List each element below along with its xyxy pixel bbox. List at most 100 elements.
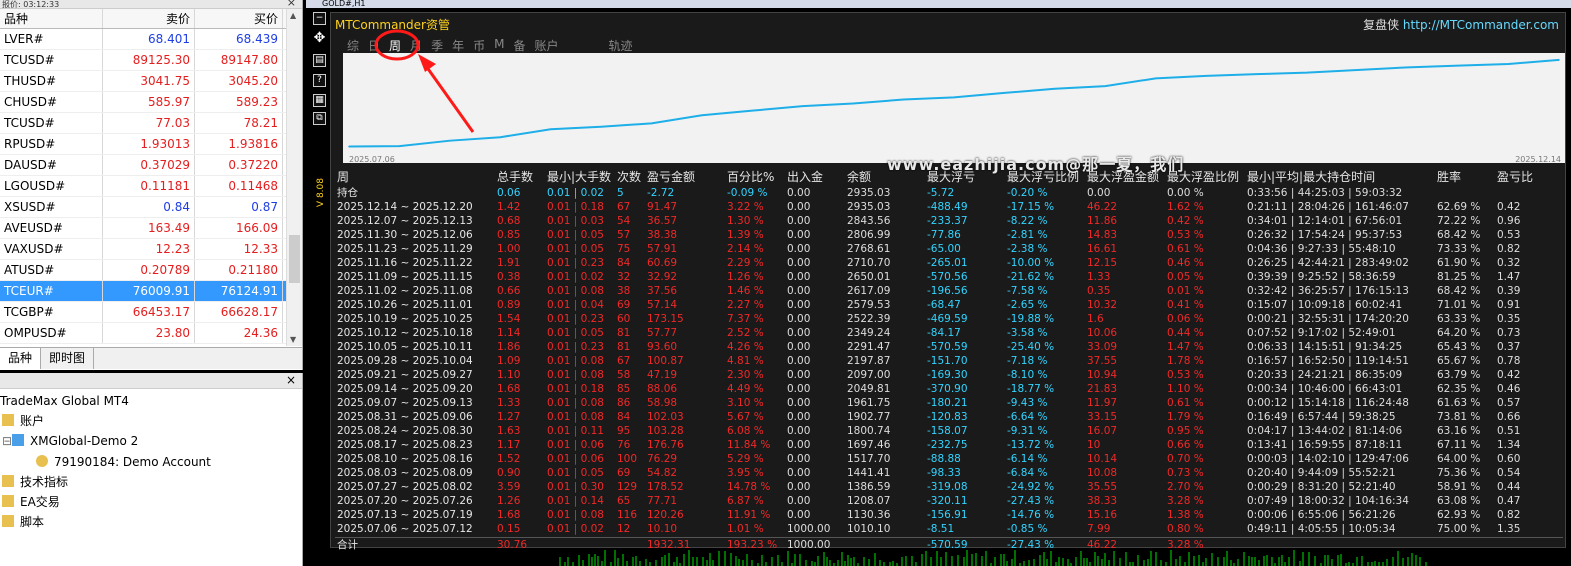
tab-year[interactable]: 年 xyxy=(452,37,464,53)
cell: -158.07 xyxy=(927,425,968,437)
market-watch-row[interactable]: TCUSD# 89125.30 89147.80 xyxy=(0,50,302,71)
market-watch-row[interactable]: TCGBP# 66453.17 66628.17 xyxy=(0,302,302,323)
nav-account[interactable]: 79190184: Demo Account xyxy=(36,453,211,471)
nav-scripts-label: 脚本 xyxy=(20,515,45,529)
market-watch-tabs: 品种 即时图 xyxy=(0,347,302,369)
scroll-up-icon[interactable]: ▲ xyxy=(290,11,296,20)
col-ask[interactable]: 买价 xyxy=(195,9,283,28)
tab-day[interactable]: 日 xyxy=(368,37,380,53)
cell: 1.54 xyxy=(497,313,521,325)
cell: -196.56 xyxy=(927,285,968,297)
market-watch-row[interactable]: TCUSD# 77.03 78.21 xyxy=(0,113,302,134)
copy-icon[interactable]: ⧉ xyxy=(313,112,326,125)
scroll-down-icon[interactable]: ▼ xyxy=(290,335,296,344)
tab-month[interactable]: 月 xyxy=(410,37,422,53)
help-icon[interactable]: ? xyxy=(313,74,326,87)
market-watch-row[interactable]: LVER# 68.401 68.439 xyxy=(0,29,302,50)
nav-experts[interactable]: EA交易 xyxy=(2,493,60,511)
cell: 0.70 % xyxy=(1167,453,1204,465)
equity-point xyxy=(549,128,552,131)
ask-cell: 0.37220 xyxy=(195,155,283,175)
market-watch-row[interactable]: RPUSD# 1.93013 1.93816 xyxy=(0,134,302,155)
minimize-icon[interactable]: − xyxy=(313,12,326,25)
cell: 0.00 xyxy=(787,215,811,227)
col-bid[interactable]: 卖价 xyxy=(103,9,195,28)
cell: -2.81 % xyxy=(1007,229,1048,241)
cell: 14.83 xyxy=(1087,229,1118,241)
cell: 0.15 xyxy=(497,523,521,535)
table-row: 2025.08.31 ~ 2025.09.06 1.27 0.01 | 0.08 84… xyxy=(335,410,1563,424)
cell: 37.56 xyxy=(647,285,678,297)
market-watch-row[interactable]: TCEUR# 76009.91 76124.91 xyxy=(0,281,302,302)
nav-scripts[interactable]: 脚本 xyxy=(2,513,44,531)
cell: 2025.09.21 ~ 2025.09.27 xyxy=(337,369,473,381)
tree-collapse-icon[interactable]: ⊟ xyxy=(2,432,12,450)
chart-end-date: 2025.12.14 xyxy=(1515,155,1561,164)
cell: 盈亏金额 xyxy=(647,170,696,184)
document-icon[interactable]: ▤ xyxy=(313,54,326,67)
tab-trajectory[interactable]: 轨迹 xyxy=(609,37,633,53)
cell: 129 xyxy=(617,481,638,493)
cell: 2349.24 xyxy=(847,327,891,339)
cell: 1.78 % xyxy=(1167,355,1204,367)
market-watch-row[interactable]: CHUSD# 585.97 589.23 xyxy=(0,92,302,113)
tab-symbols[interactable]: 品种 xyxy=(0,348,42,369)
nav-broker[interactable]: TradeMax Global MT4 xyxy=(0,392,129,410)
cell: 0.06 xyxy=(497,187,521,199)
table-row: 2025.12.14 ~ 2025.12.20 1.42 0.01 | 0.18 67… xyxy=(335,200,1563,214)
close-icon[interactable]: × xyxy=(287,0,296,8)
market-watch-row[interactable]: THUSD# 3041.75 3045.20 xyxy=(0,71,302,92)
cell: -0.20 % xyxy=(1007,187,1048,199)
cell: 0.37 xyxy=(1497,341,1521,353)
cell: 0.91 xyxy=(1497,299,1521,311)
tab-currency[interactable]: 币 xyxy=(473,37,485,53)
ask-cell: 12.33 xyxy=(195,239,283,259)
tab-m[interactable]: M xyxy=(494,37,504,53)
market-watch-row[interactable]: VAXUSD# 12.23 12.33 xyxy=(0,239,302,260)
market-watch-scrollbar[interactable]: ▲ ▼ xyxy=(286,9,302,346)
cell: 1.68 xyxy=(497,509,521,521)
tab-summary[interactable]: 综 xyxy=(347,37,359,53)
cell: -233.37 xyxy=(927,215,968,227)
open-positions-row: 持仓 0.06 0.01 | 0.02 5 -2.72 -0.09 % 0.00 2935.0… xyxy=(335,186,1563,200)
market-watch-row[interactable]: OMPUSD# 23.80 24.36 xyxy=(0,323,302,344)
equity-point xyxy=(1205,75,1207,77)
cell: 0:06:33 | 14:15:51 | 91:34:25 xyxy=(1247,341,1403,353)
cell: 1.39 % xyxy=(727,229,764,241)
tab-quarter[interactable]: 季 xyxy=(431,37,443,53)
equity-point xyxy=(1154,77,1157,80)
table-icon[interactable]: ▦ xyxy=(313,94,326,107)
cell: 0.57 xyxy=(1497,397,1521,409)
market-watch-row[interactable]: ATUSD# 0.20789 0.21180 xyxy=(0,260,302,281)
nav-indicators[interactable]: 技术指标 xyxy=(2,473,68,491)
nav-server[interactable]: ⊟ XMGlobal-Demo 2 xyxy=(2,432,138,450)
cell: 2025.07.06 ~ 2025.07.12 xyxy=(337,523,473,535)
col-symbol[interactable]: 品种 xyxy=(0,9,103,28)
cell: -7.18 % xyxy=(1007,355,1048,367)
close-icon[interactable]: × xyxy=(286,373,296,387)
cell: 15.16 xyxy=(1087,509,1118,521)
market-watch-row[interactable]: DAUSD# 0.37029 0.37220 xyxy=(0,155,302,176)
cell: 100 xyxy=(617,453,638,465)
cell: 91.47 xyxy=(647,201,678,213)
scrollbar-thumb[interactable] xyxy=(289,235,300,283)
cell: -6.64 % xyxy=(1007,411,1048,423)
move-icon[interactable]: ✥ xyxy=(313,31,326,46)
market-watch-row[interactable]: AVEUSD# 163.49 166.09 xyxy=(0,218,302,239)
symbol-cell: ATUSD# xyxy=(0,260,103,280)
symbol-cell: XSUSD# xyxy=(0,197,103,217)
market-watch-row[interactable]: LGOUSD# 0.11181 0.11468 xyxy=(0,176,302,197)
website-link[interactable]: http://MTCommander.com xyxy=(1403,18,1559,32)
cell: -27.43 % xyxy=(1007,495,1055,507)
tab-week[interactable]: 周 xyxy=(389,37,401,53)
cell: 0.01 | 0.05 xyxy=(547,243,604,255)
cell: 1.68 xyxy=(497,383,521,395)
cell: 0.01 | 0.05 xyxy=(547,467,604,479)
nav-accounts[interactable]: 账户 xyxy=(2,412,44,430)
cell: 1.33 xyxy=(1087,271,1111,283)
tab-account[interactable]: 账户 xyxy=(534,37,558,53)
tab-notes[interactable]: 备 xyxy=(513,37,525,53)
ask-cell: 68.439 xyxy=(195,29,283,49)
market-watch-row[interactable]: XSUSD# 0.84 0.87 xyxy=(0,197,302,218)
tab-tick-chart[interactable]: 即时图 xyxy=(41,348,95,369)
